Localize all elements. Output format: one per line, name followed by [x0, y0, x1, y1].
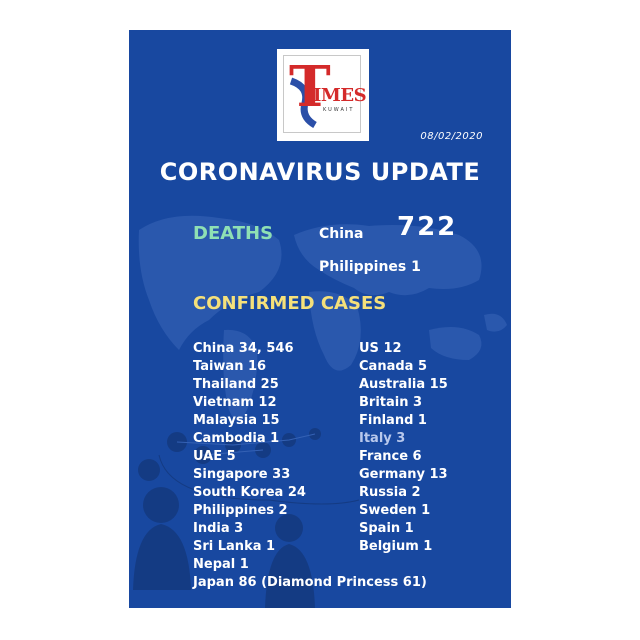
deaths-count: 722: [397, 212, 458, 242]
case-item: Canada 5: [359, 359, 427, 374]
case-item: Japan 86 (Diamond Princess 61): [193, 575, 427, 590]
cases-list-right: US 12 Canada 5 Australia 15 Britain 3 Fi…: [359, 340, 448, 556]
deaths-other: Philippines 1: [319, 259, 421, 275]
case-item: Finland 1: [359, 413, 427, 428]
case-item: France 6: [359, 449, 422, 464]
times-kuwait-logo: T IMES KUWAIT: [277, 49, 369, 141]
deaths-heading: DEATHS: [193, 223, 274, 244]
case-item: US 12: [359, 341, 402, 356]
logo-wordmark: IMES: [313, 85, 367, 106]
confirmed-cases-heading: CONFIRMED CASES: [193, 293, 387, 314]
case-item: Britain 3: [359, 395, 423, 410]
page-title: CORONAVIRUS UPDATE: [159, 158, 481, 186]
case-item: Russia 2: [359, 485, 421, 500]
deaths-country: China: [319, 226, 364, 242]
case-item: Italy 3: [359, 431, 406, 446]
case-item: Nepal 1: [193, 557, 249, 572]
case-item: Belgium 1: [359, 539, 433, 554]
case-item: Sweden 1: [359, 503, 431, 518]
case-item: Australia 15: [359, 377, 448, 392]
poster: T IMES KUWAIT 08/02/2020 CORONAVIRUS UPD…: [129, 30, 511, 608]
case-item: Spain 1: [359, 521, 414, 536]
case-item: Germany 13: [359, 467, 448, 482]
date-stamp: 08/02/2020: [420, 131, 483, 142]
logo-subtitle: KUWAIT: [323, 107, 355, 113]
